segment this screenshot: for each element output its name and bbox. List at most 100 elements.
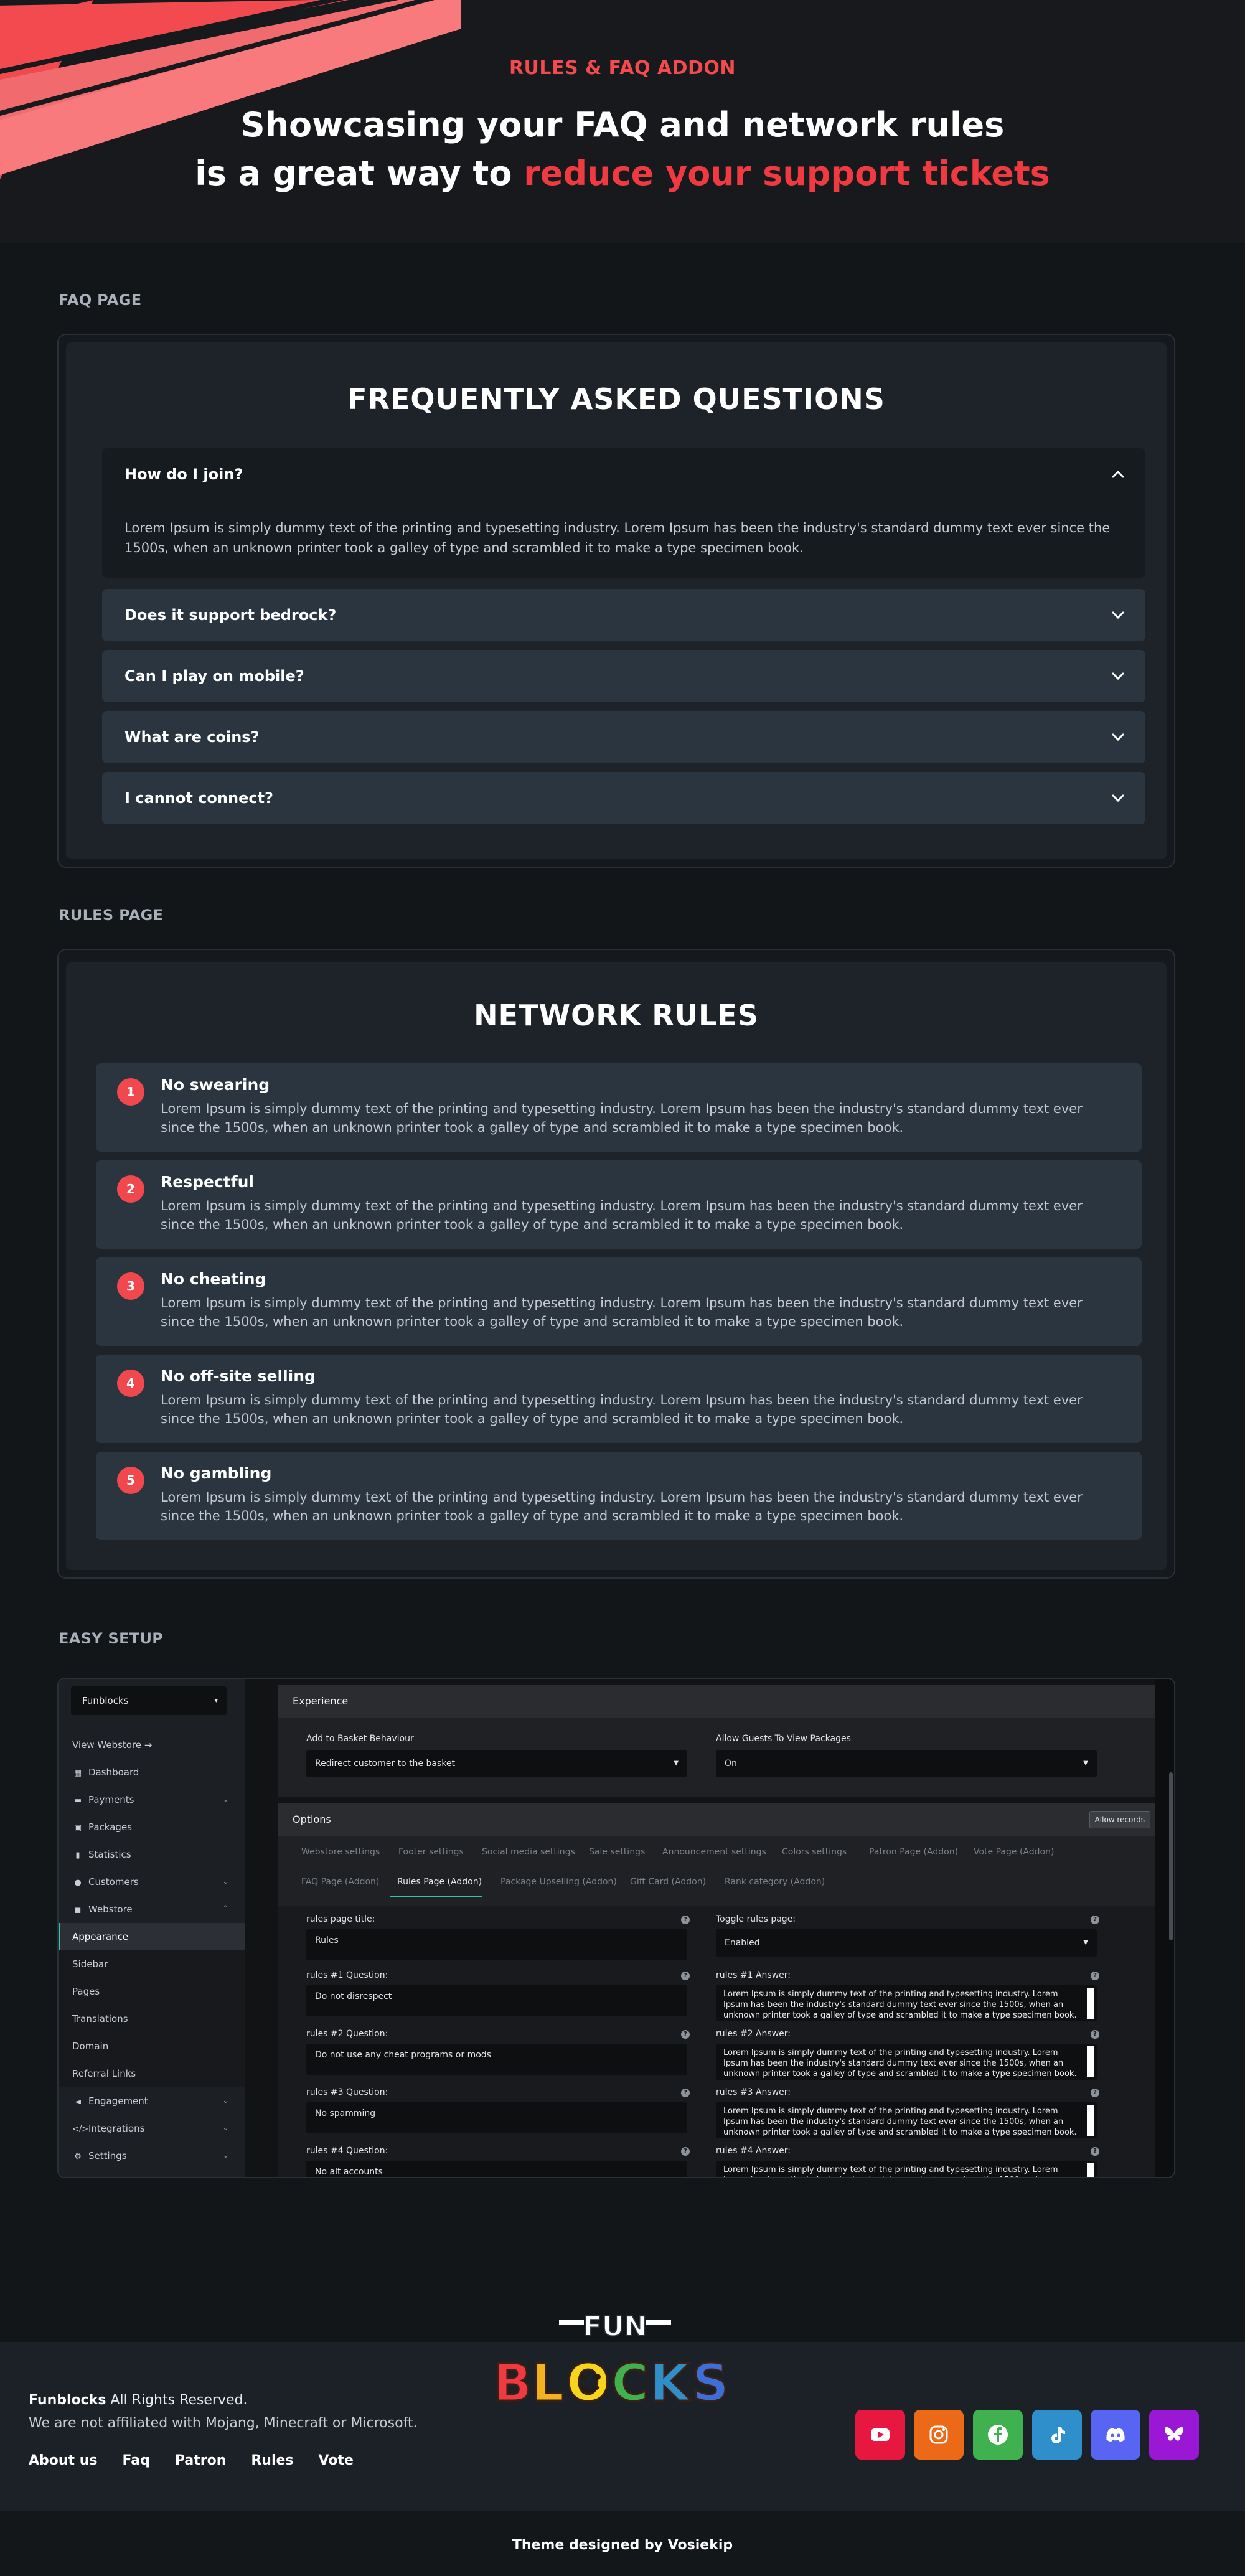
footer-link-vote[interactable]: Vote bbox=[319, 2453, 354, 2468]
rule-answer-textarea[interactable]: Lorem Ipsum is simply dummy text of the … bbox=[716, 2161, 1097, 2177]
page-scrollbar-thumb[interactable] bbox=[1169, 1772, 1173, 1940]
chevron-up-icon[interactable] bbox=[1109, 466, 1127, 483]
page-scrollbar[interactable] bbox=[1155, 1679, 1174, 2177]
hero-title-line2-prefix: is a great way to bbox=[195, 154, 524, 193]
footer-link-faq[interactable]: Faq bbox=[122, 2453, 149, 2468]
tab-webstore-settings[interactable]: Webstore settings bbox=[301, 1847, 380, 1857]
instagram-button[interactable] bbox=[914, 2410, 964, 2460]
faq-panel: FREQUENTLY ASKED QUESTIONS How do I join… bbox=[66, 342, 1167, 859]
help-icon[interactable]: ? bbox=[681, 1916, 690, 1924]
tab-sale-settings[interactable]: Sale settings bbox=[589, 1847, 645, 1857]
youtube-button[interactable] bbox=[855, 2410, 905, 2460]
sidebar-item-webstore[interactable]: ◼ Webstore ⌃ bbox=[59, 1896, 245, 1923]
sidebar-item-translations[interactable]: Translations bbox=[59, 2005, 245, 2033]
sidebar-item-label: Translations bbox=[72, 2013, 128, 2024]
textarea-scrollbar[interactable] bbox=[1087, 1988, 1094, 2019]
rule-question-input[interactable]: No spamming bbox=[306, 2102, 687, 2133]
bar-chart-icon: ▮ bbox=[75, 1851, 80, 1860]
rule-answer-textarea[interactable]: Lorem Ipsum is simply dummy text of the … bbox=[716, 2102, 1097, 2138]
faq-item[interactable]: Does it support bedrock? bbox=[102, 589, 1145, 641]
svg-text:S: S bbox=[692, 2354, 729, 2413]
tab-announcement-settings[interactable]: Announcement settings bbox=[662, 1847, 766, 1857]
footer-link-about[interactable]: About us bbox=[29, 2453, 97, 2468]
help-icon[interactable]: ? bbox=[1091, 2147, 1099, 2156]
facebook-button[interactable] bbox=[973, 2410, 1023, 2460]
sidebar-item-appearance[interactable]: Appearance bbox=[59, 1923, 245, 1950]
allow-records-button[interactable]: Allow records bbox=[1089, 1811, 1150, 1828]
help-icon[interactable]: ? bbox=[1091, 1972, 1099, 1980]
rules-title-input[interactable]: Rules bbox=[306, 1929, 687, 1960]
tab-colors-settings[interactable]: Colors settings bbox=[782, 1847, 847, 1857]
help-icon[interactable]: ? bbox=[681, 2147, 690, 2156]
help-icon[interactable]: ? bbox=[1091, 2030, 1099, 2039]
rule-text: Lorem Ipsum is simply dummy text of the … bbox=[161, 1101, 1083, 1135]
help-icon[interactable]: ? bbox=[681, 2030, 690, 2039]
rule-question-label: rules #1 Question: bbox=[306, 1970, 388, 1980]
faq-item[interactable]: What are coins? bbox=[102, 711, 1145, 763]
tab-vote-page[interactable]: Vote Page (Addon) bbox=[974, 1847, 1054, 1857]
faq-item[interactable]: Can I play on mobile? bbox=[102, 650, 1145, 702]
faq-answer: Lorem Ipsum is simply dummy text of the … bbox=[125, 520, 1111, 555]
tab-social-media-settings[interactable]: Social media settings bbox=[482, 1847, 575, 1857]
faq-section-label: FAQ PAGE bbox=[59, 291, 142, 309]
tab-patron-page[interactable]: Patron Page (Addon) bbox=[869, 1847, 958, 1857]
rule-title: Respectful bbox=[161, 1173, 254, 1191]
tab-rules-page[interactable]: Rules Page (Addon) bbox=[397, 1877, 482, 1887]
textarea-scrollbar[interactable] bbox=[1087, 2105, 1094, 2136]
help-icon[interactable]: ? bbox=[681, 1972, 690, 1980]
sidebar-item-settings[interactable]: ⚙ Settings ⌄ bbox=[59, 2142, 245, 2169]
faq-question: Does it support bedrock? bbox=[125, 606, 337, 624]
theme-credit: Theme designed by Vosiekip bbox=[512, 2537, 733, 2553]
sidebar-item-statistics[interactable]: ▮ Statistics bbox=[59, 1841, 245, 1868]
rule-question-label: rules #2 Question: bbox=[306, 2029, 388, 2039]
sidebar-item-domain[interactable]: Domain bbox=[59, 2033, 245, 2060]
rule-question-input[interactable]: Do not use any cheat programs or mods bbox=[306, 2044, 687, 2075]
tab-gift-card[interactable]: Gift Card (Addon) bbox=[630, 1877, 706, 1887]
sidebar-item-integrations[interactable]: </>Integrations ⌄ bbox=[59, 2115, 245, 2142]
sidebar-item-referral-links[interactable]: Referral Links bbox=[59, 2060, 245, 2087]
tab-rank-category[interactable]: Rank category (Addon) bbox=[725, 1877, 825, 1887]
sidebar-item-customers[interactable]: ● Customers ⌄ bbox=[59, 1868, 245, 1896]
sidebar-item-dashboard[interactable]: ▦ Dashboard bbox=[59, 1759, 245, 1786]
help-icon[interactable]: ? bbox=[1091, 1916, 1099, 1924]
sidebar-item-engagement[interactable]: ◄ Engagement ⌄ bbox=[59, 2087, 245, 2115]
rule-question-label: rules #3 Question: bbox=[306, 2087, 388, 2097]
svg-text:O: O bbox=[566, 2354, 610, 2413]
caret-down-icon: ▾ bbox=[214, 1696, 218, 1704]
toggle-rules-select[interactable]: Enabled ▼ bbox=[716, 1929, 1097, 1957]
footer-link-rules[interactable]: Rules bbox=[251, 2453, 293, 2468]
experience-card: Experience Add to Basket Behaviour Redir… bbox=[278, 1685, 1165, 1797]
sidebar-item-sidebar[interactable]: Sidebar bbox=[59, 1950, 245, 1978]
setup-section-label: EASY SETUP bbox=[59, 1630, 164, 1647]
discord-button[interactable] bbox=[1091, 2410, 1140, 2460]
faq-question: What are coins? bbox=[125, 728, 260, 746]
rule-answer-text: Lorem Ipsum is simply dummy text of the … bbox=[723, 2048, 1077, 2079]
funblocks-logo[interactable]: FUN B L O C K S bbox=[489, 2307, 741, 2413]
sidebar-item-pages[interactable]: Pages bbox=[59, 1978, 245, 2005]
tiktok-button[interactable] bbox=[1032, 2410, 1082, 2460]
rule-question-input[interactable]: No alt accounts bbox=[306, 2161, 687, 2177]
sidebar-item-payments[interactable]: ▬ Payments ⌄ bbox=[59, 1786, 245, 1813]
sidebar-item-packages[interactable]: ▣ Packages bbox=[59, 1813, 245, 1841]
svg-text:L: L bbox=[532, 2354, 564, 2413]
rules-title: NETWORK RULES bbox=[474, 999, 759, 1032]
faq-item-open[interactable]: How do I join? Lorem Ipsum is simply dum… bbox=[102, 448, 1145, 578]
allow-guests-select[interactable]: On ▼ bbox=[716, 1750, 1097, 1777]
tab-package-upselling[interactable]: Package Upselling (Addon) bbox=[500, 1877, 617, 1887]
footer-link-patron[interactable]: Patron bbox=[175, 2453, 227, 2468]
rule-answer-textarea[interactable]: Lorem Ipsum is simply dummy text of the … bbox=[716, 1985, 1097, 2021]
basket-behaviour-select[interactable]: Redirect customer to the basket ▼ bbox=[306, 1750, 687, 1777]
bluesky-button[interactable] bbox=[1149, 2410, 1199, 2460]
textarea-scrollbar[interactable] bbox=[1087, 2163, 1094, 2177]
rule-question-input[interactable]: Do not disrespect bbox=[306, 1985, 687, 2016]
help-icon[interactable]: ? bbox=[681, 2089, 690, 2097]
sidebar-item-view-webstore[interactable]: View Webstore → bbox=[59, 1731, 245, 1759]
help-icon[interactable]: ? bbox=[1091, 2089, 1099, 2097]
faq-item[interactable]: I cannot connect? bbox=[102, 772, 1145, 824]
rule-number-badge: 3 bbox=[117, 1272, 144, 1300]
rule-answer-textarea[interactable]: Lorem Ipsum is simply dummy text of the … bbox=[716, 2044, 1097, 2080]
tab-footer-settings[interactable]: Footer settings bbox=[398, 1847, 464, 1857]
store-select[interactable]: Funblocks ▾ bbox=[71, 1686, 227, 1715]
tab-faq-page[interactable]: FAQ Page (Addon) bbox=[301, 1877, 379, 1887]
textarea-scrollbar[interactable] bbox=[1087, 2046, 1094, 2077]
